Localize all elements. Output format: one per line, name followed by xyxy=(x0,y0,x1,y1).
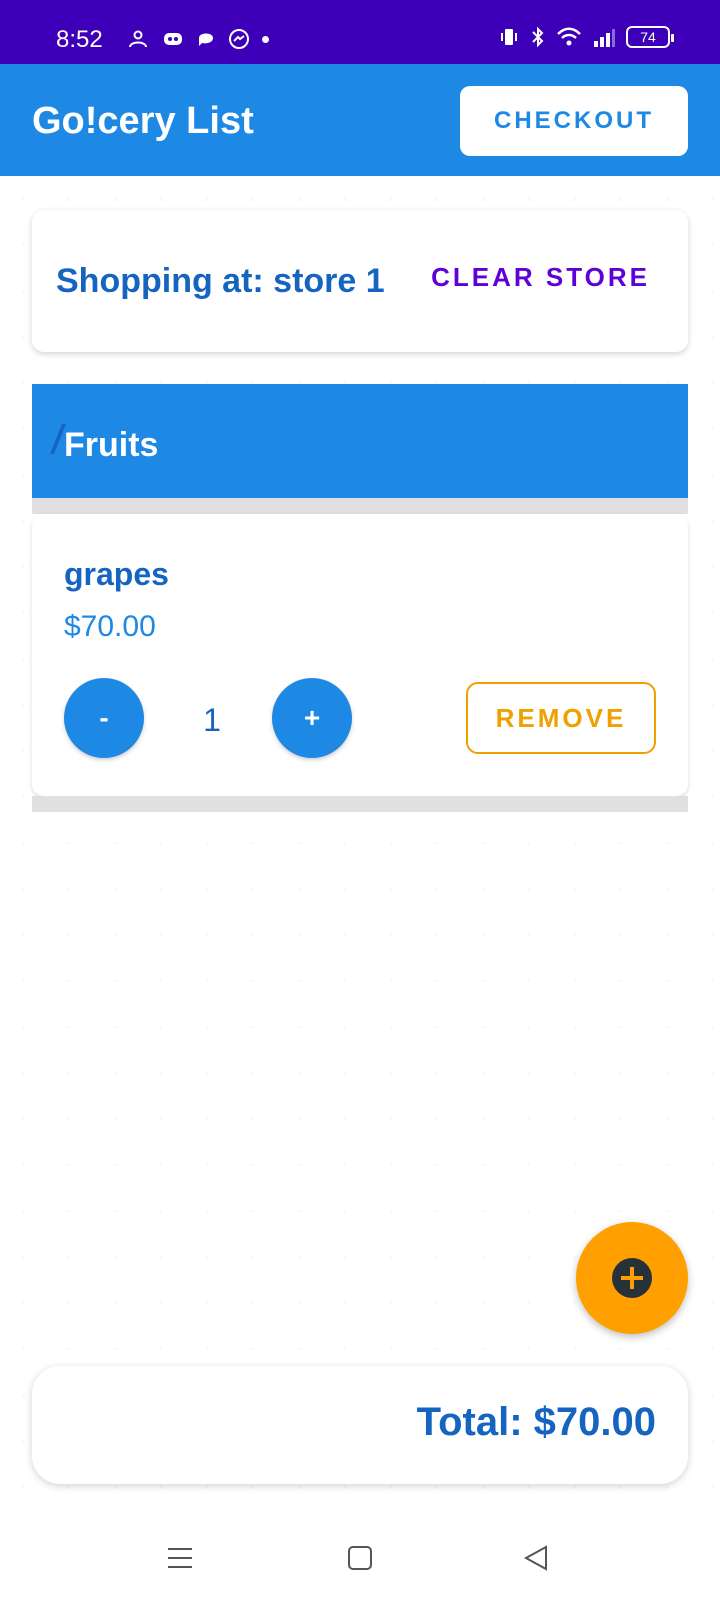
item-divider xyxy=(32,796,688,812)
status-bar: 8:52 74 xyxy=(0,0,720,64)
signal-icon xyxy=(594,29,615,47)
messenger-icon xyxy=(229,29,249,49)
decrease-quantity-button[interactable]: - xyxy=(64,678,144,758)
app-bar: Go!cery List CHECKOUT xyxy=(0,64,720,176)
store-card: Shopping at: store 1 CLEAR STORE xyxy=(32,210,688,352)
store-label: Shopping at: store 1 xyxy=(56,262,385,300)
increase-quantity-button[interactable]: + xyxy=(272,678,352,758)
category-title: Fruits xyxy=(64,426,159,464)
total-card: Total: $70.00 xyxy=(32,1366,688,1484)
bluetooth-icon xyxy=(532,26,544,48)
category-header[interactable]: Fruits xyxy=(32,384,688,498)
clear-store-button[interactable]: CLEAR STORE xyxy=(431,262,650,293)
home-square-icon[interactable] xyxy=(346,1544,374,1572)
more-notifications-dot-icon xyxy=(262,35,269,43)
app-title: Go!cery List xyxy=(32,100,254,142)
battery-level: 74 xyxy=(640,29,656,45)
checkout-button[interactable]: CHECKOUT xyxy=(460,86,688,156)
chat-bubble-icon xyxy=(199,33,213,46)
notification-icons xyxy=(126,28,269,50)
add-item-fab[interactable] xyxy=(576,1222,688,1334)
battery-icon: 74 xyxy=(626,26,674,48)
total-amount: Total: $70.00 xyxy=(416,1400,656,1444)
discord-icon xyxy=(164,33,182,45)
remove-item-button[interactable]: REMOVE xyxy=(466,682,656,754)
item-price: $70.00 xyxy=(64,610,156,643)
wifi-icon xyxy=(557,27,581,46)
item-quantity: 1 xyxy=(203,702,221,738)
people-icon xyxy=(129,30,147,48)
category-divider xyxy=(32,498,688,514)
list-item: grapes $70.00 - 1 + REMOVE xyxy=(32,514,688,796)
status-time: 8:52 xyxy=(56,26,103,53)
back-triangle-icon[interactable] xyxy=(522,1544,550,1572)
menu-icon[interactable] xyxy=(166,1544,194,1572)
system-icons: 74 xyxy=(498,26,674,48)
system-nav-bar xyxy=(0,1516,720,1604)
item-name: grapes xyxy=(64,556,169,592)
add-circle-icon xyxy=(612,1258,652,1298)
vibrate-icon xyxy=(501,29,517,45)
